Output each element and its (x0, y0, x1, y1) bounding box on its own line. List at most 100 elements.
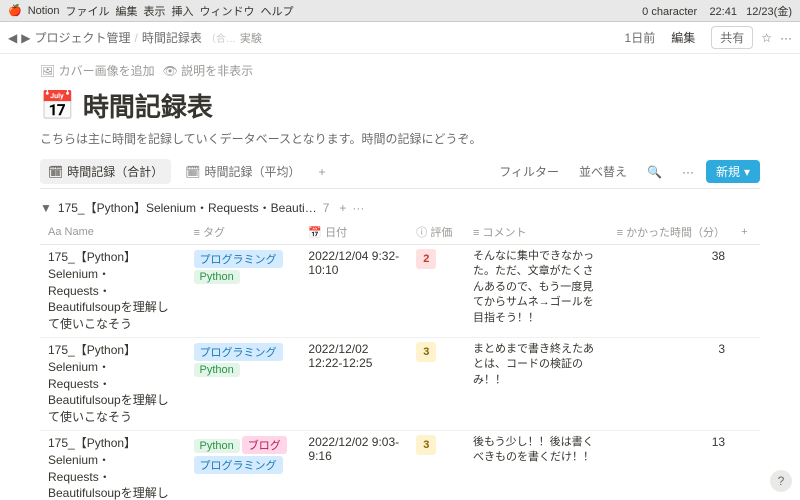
menu-notion[interactable]: Notion (28, 5, 60, 17)
new-label: 新規 (716, 163, 740, 180)
breadcrumb-current[interactable]: 時間記録表 (142, 29, 202, 46)
col-header-name[interactable]: Aa Name (40, 220, 186, 245)
notion-topbar: ◀ ▶ プロジェクト管理 / 時間記録表 （合… 実験 1日前 編集 共有 ☆ … (0, 22, 800, 54)
col-header-date[interactable]: 📅 日付 (300, 220, 408, 245)
star-icon[interactable]: ☆ (761, 31, 772, 45)
col-header-eval[interactable]: ⓘ 評価 (408, 220, 465, 245)
tag-col-label: タグ (203, 227, 225, 239)
eval-badge-2: 3 (416, 435, 436, 455)
page-title-row: 📅 時間記録表 (40, 83, 760, 128)
cell-date-1[interactable]: 2022/12/02 12:22-12:25 (300, 337, 408, 430)
cell-name-1[interactable]: 175_【Python】Selenium・ Requests・Beautiful… (40, 337, 186, 430)
col-header-add[interactable]: + (733, 220, 760, 245)
db-toolbar: 🗓 時間記録（合計） 🗓 時間記録（平均） + フィルター 並べ替え 🔍 ···… (40, 155, 760, 189)
menu-insert[interactable]: 挿入 (172, 3, 194, 19)
col-header-tag[interactable]: ≡ タグ (186, 220, 301, 245)
cell-comment-2: 後もう少し！！後は書くべきものを書くだけ！！ (465, 430, 609, 500)
forward-icon[interactable]: ▶ (21, 31, 30, 45)
cell-eval-1[interactable]: 3 (408, 337, 465, 430)
chevron-down-icon: ▾ (744, 165, 750, 179)
col-header-time[interactable]: ≡ かかった時間（分） (609, 220, 733, 245)
page-content: 🖼 カバー画像を追加 👁 説明を非表示 📅 時間記録表 こちらは主に時間を記録し… (0, 54, 800, 500)
tab-time-avg[interactable]: 🗓 時間記録（平均） (177, 159, 308, 184)
cell-comment-0: そんなに集中できなかった。ただ、文章がたくさんあるので、もう一度見てからサムネ→… (465, 245, 609, 338)
cell-date-0[interactable]: 2022/12/04 9:32-10:10 (300, 245, 408, 338)
cell-date-2[interactable]: 2022/12/02 9:03-9:16 (300, 430, 408, 500)
group-header: ▼ 175_【Python】Selenium・Requests・Beauti… … (40, 193, 760, 220)
menu-help[interactable]: ヘルプ (261, 3, 294, 19)
time-col-icon: ≡ (617, 227, 623, 239)
table-row[interactable]: 175_【Python】Selenium・ Requests・Beautiful… (40, 337, 760, 430)
name-col-icon: Aa (48, 226, 61, 238)
breadcrumb-project[interactable]: プロジェクト管理 (34, 29, 130, 46)
more-icon[interactable]: ··· (780, 31, 792, 45)
search-icon[interactable]: 🔍 (639, 162, 670, 182)
cell-add-1 (733, 337, 760, 430)
menubar-left: 🍎 Notion ファイル 編集 表示 挿入 ウィンドウ ヘルプ (8, 3, 634, 19)
topbar-right: 1日前 編集 共有 ☆ ··· (625, 26, 792, 49)
clock: 22:41 (709, 6, 737, 18)
records-table: Aa Name ≡ タグ 📅 日付 ⓘ 評価 ≡ コメント (40, 220, 760, 500)
date-col-icon: 📅 (308, 227, 322, 239)
tag-blog-2[interactable]: ブログ (242, 436, 287, 454)
hide-desc-button[interactable]: 👁 説明を非表示 (163, 62, 254, 79)
breadcrumb-sep: / (134, 31, 137, 45)
share-button[interactable]: 共有 (711, 26, 753, 49)
tab-time-total[interactable]: 🗓 時間記録（合計） (40, 159, 171, 184)
menubar: 🍎 Notion ファイル 編集 表示 挿入 ウィンドウ ヘルプ 0 chara… (0, 0, 800, 22)
edit-button[interactable]: 編集 (663, 27, 703, 48)
table-row[interactable]: 175_【Python】Selenium・ Requests・Beautiful… (40, 245, 760, 338)
menu-view[interactable]: 表示 (144, 3, 166, 19)
cell-name-2[interactable]: 175_【Python】Selenium・ Requests・Beautiful… (40, 430, 186, 500)
app-name-badge: 実験 (240, 30, 262, 46)
group-add-button[interactable]: + (339, 201, 346, 215)
back-icon[interactable]: ◀ (8, 31, 17, 45)
cell-tags-0: プログラミング Python (186, 245, 301, 338)
tag-prog-0[interactable]: プログラミング (194, 250, 283, 268)
menubar-time: 0 character 22:41 12/23(金) (642, 3, 792, 19)
cell-time-0: 38 (609, 245, 733, 338)
menu-edit[interactable]: 編集 (116, 3, 138, 19)
more-options-icon[interactable]: ··· (674, 162, 702, 182)
help-button[interactable]: ? (770, 470, 792, 492)
cell-eval-2[interactable]: 3 (408, 430, 465, 500)
tag-python-2[interactable]: Python (194, 439, 240, 453)
comment-col-label: コメント (483, 227, 527, 239)
time-col-label: かかった時間（分） (626, 227, 725, 239)
filter-button[interactable]: フィルター (491, 160, 567, 183)
page-title[interactable]: 時間記録表 (83, 87, 213, 124)
date-display: 12/23(金) (746, 6, 792, 18)
sort-button[interactable]: 並べ替え (571, 160, 635, 183)
add-tab-button[interactable]: + (315, 163, 330, 181)
col-header-comment[interactable]: ≡ コメント (465, 220, 609, 245)
cell-comment-1: まとめまで書き終えたあとは、コードの検証のみ！！ (465, 337, 609, 430)
table-row[interactable]: 175_【Python】Selenium・ Requests・Beautiful… (40, 430, 760, 500)
group-toggle[interactable]: ▼ (40, 201, 52, 215)
table-icon: 🗓 (48, 165, 63, 179)
cell-add-0 (733, 245, 760, 338)
add-col-label: + (741, 226, 747, 238)
menu-file[interactable]: ファイル (66, 3, 110, 19)
add-cover-button[interactable]: 🖼 カバー画像を追加 (40, 62, 155, 79)
group-more-button[interactable]: ··· (352, 201, 364, 215)
menu-window[interactable]: ウィンドウ (200, 3, 255, 19)
cell-name-0[interactable]: 175_【Python】Selenium・ Requests・Beautiful… (40, 245, 186, 338)
eval-col-icon: ⓘ (416, 227, 427, 239)
cell-tags-1: プログラミング Python (186, 337, 301, 430)
cell-time-2: 13 (609, 430, 733, 500)
tag-python-1[interactable]: Python (194, 363, 240, 377)
apple-icon[interactable]: 🍎 (8, 4, 22, 17)
eval-col-label: 評価 (430, 227, 452, 239)
breadcrumb-indicator: （合… (206, 30, 236, 45)
new-record-button[interactable]: 新規 ▾ (706, 160, 760, 183)
tag-col-icon: ≡ (194, 227, 200, 239)
tab-total-label: 時間記録（合計） (67, 163, 163, 180)
page-icon: 📅 (40, 89, 75, 122)
db-toolbar-right: フィルター 並べ替え 🔍 ··· 新規 ▾ (491, 160, 760, 183)
tag-prog-1[interactable]: プログラミング (194, 343, 283, 361)
cell-eval-0[interactable]: 2 (408, 245, 465, 338)
tag-python-0[interactable]: Python (194, 270, 240, 284)
cell-tags-2: Pythonブログプログラミング (186, 430, 301, 500)
page-description: こちらは主に時間を記録していくデータベースとなります。時間の記録にどうぞ。 (40, 128, 760, 155)
tag-prog-2[interactable]: プログラミング (194, 456, 283, 474)
